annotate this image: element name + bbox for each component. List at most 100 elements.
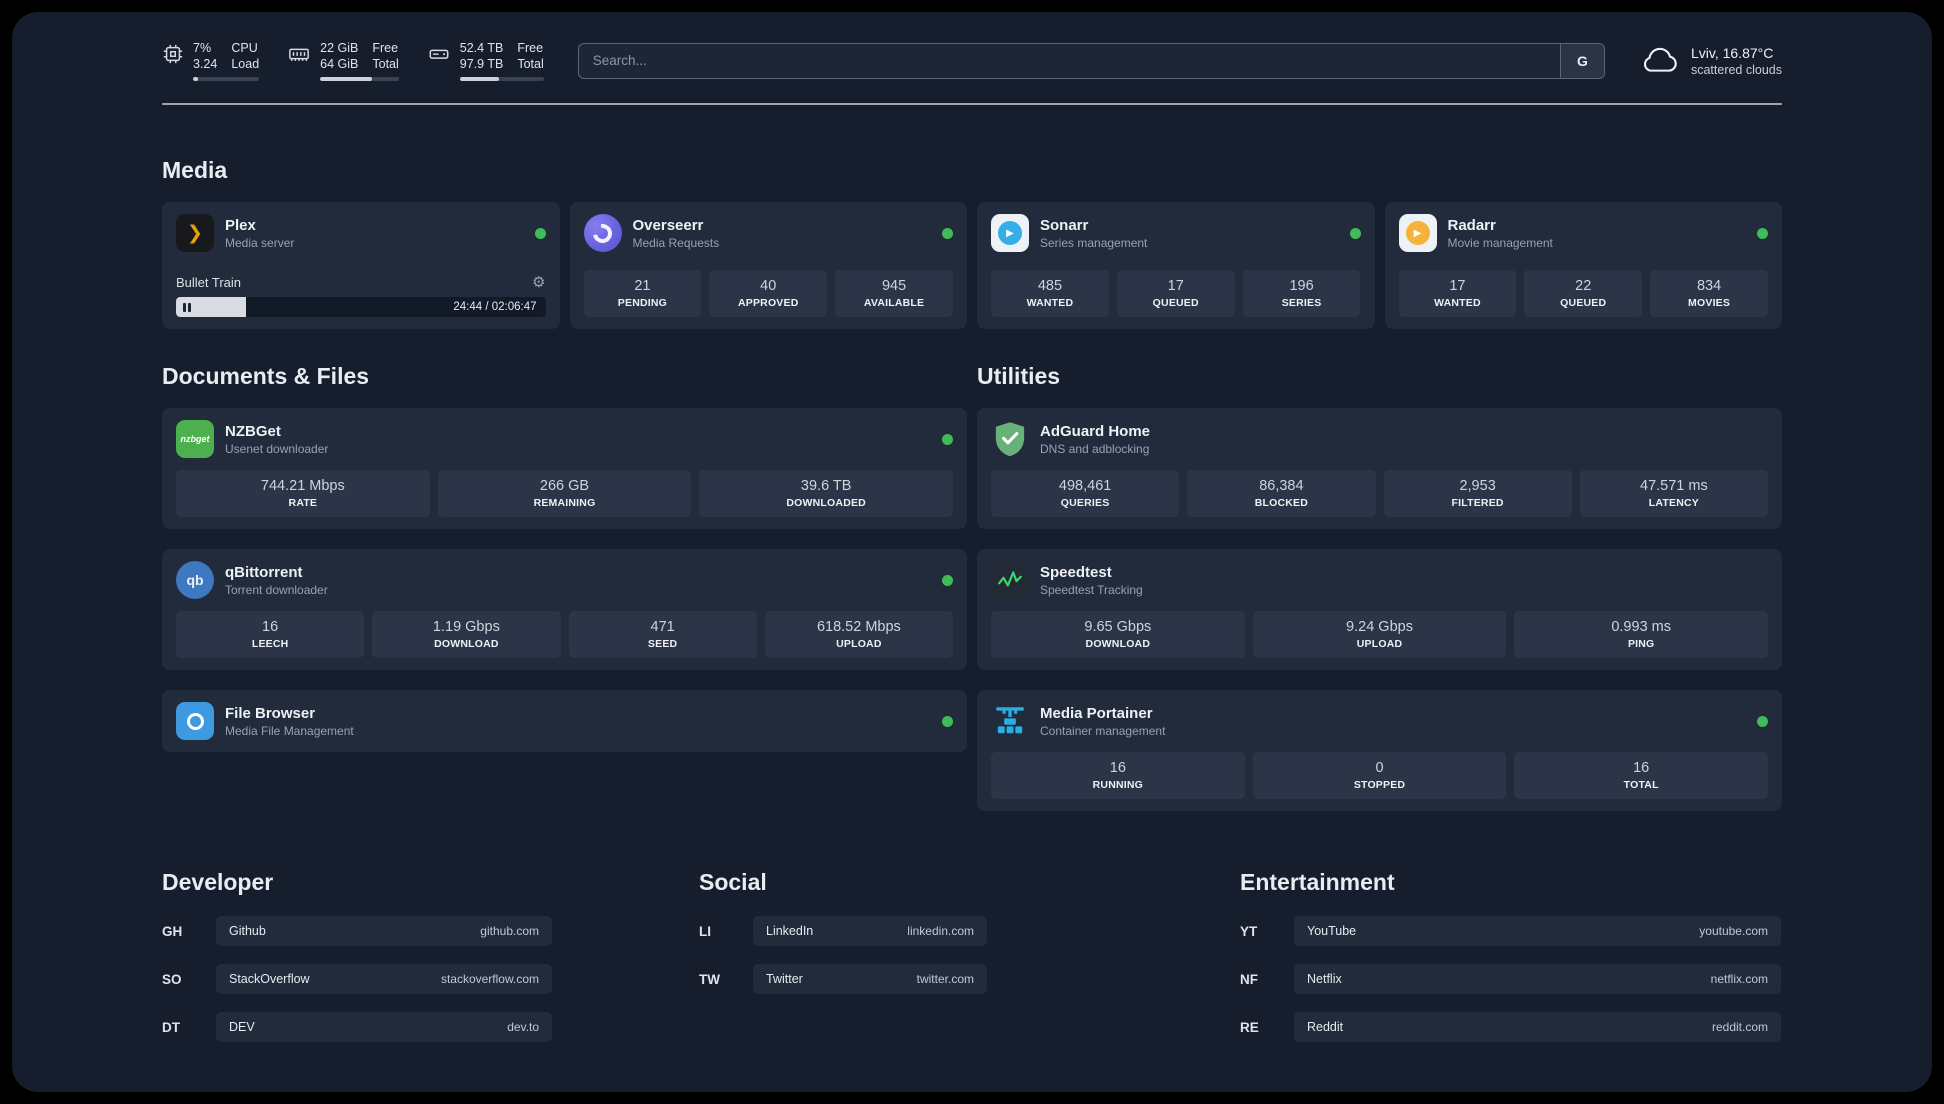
stat-value: 744.21 Mbps <box>260 478 345 494</box>
stat-value: 618.52 Mbps <box>816 619 901 635</box>
app-card-adguard[interactable]: AdGuard Home DNS and adblocking 498,461 … <box>977 408 1782 529</box>
ram-total: 64 GiB <box>320 57 359 71</box>
stat-tile: 0 STOPPED <box>1252 752 1507 799</box>
stat-value: 40 <box>760 278 777 294</box>
bookmark-link-dev[interactable]: DEV dev.to <box>216 1012 552 1042</box>
disk-free-label: Free <box>517 41 544 55</box>
stat-label: BLOCKED <box>1254 497 1309 509</box>
ram-meter-fill <box>320 77 373 81</box>
bookmark-name: DEV <box>229 1020 255 1034</box>
cpu-monitor: 7% 3.24 CPU Load <box>162 40 260 81</box>
stat-tile: 47.571 ms LATENCY <box>1579 470 1768 517</box>
hard-drive-icon <box>427 43 451 65</box>
stat-tile: 39.6 TB DOWNLOADED <box>699 470 954 517</box>
bookmark-name: Twitter <box>766 972 803 986</box>
bookmarks-entertainment: Entertainment YT YouTube youtube.com NF … <box>1240 869 1781 1060</box>
media-grid: ❯ Plex Media server Bullet Train ⚙ 24:44… <box>162 202 1782 329</box>
bookmark-name: Netflix <box>1307 972 1342 986</box>
app-card-sonarr[interactable]: ▶ Sonarr Series management 485 WANTED 17 <box>977 202 1375 329</box>
search-input[interactable] <box>578 43 1560 78</box>
cpu-percent: 7% <box>193 41 212 55</box>
nzbget-icon: nzbget <box>176 420 214 458</box>
app-name: Plex <box>225 216 256 234</box>
disk-free: 52.4 TB <box>459 41 504 55</box>
bookmark-name: LinkedIn <box>766 924 814 938</box>
app-card-speedtest[interactable]: Speedtest Speedtest Tracking 9.65 Gbps D… <box>977 549 1782 670</box>
stat-tile: 0.993 ms PING <box>1514 611 1769 658</box>
stat-label: AVAILABLE <box>863 297 925 309</box>
disk-monitor: 52.4 TB 97.9 TB Free Total <box>427 40 544 81</box>
bookmark-link-netflix[interactable]: Netflix netflix.com <box>1294 964 1781 994</box>
app-card-overseerr[interactable]: Overseerr Media Requests 21 PENDING 40 A… <box>569 202 967 329</box>
app-subtitle: Speedtest Tracking <box>1040 582 1143 597</box>
bookmark-abbr: TW <box>699 971 720 987</box>
app-card-radarr[interactable]: ▶ Radarr Movie management 17 WANTED 22 Q… <box>1384 202 1782 329</box>
weather-location: Lviv, 16.87°C <box>1690 44 1774 61</box>
app-subtitle: Series management <box>1040 235 1148 250</box>
section-title-documents: Documents & Files <box>162 363 370 389</box>
bookmark-row-stackoverflow: SO StackOverflow stackoverflow.com <box>162 964 552 994</box>
stat-tile: 16 LEECH <box>176 611 365 658</box>
section-title-utilities: Utilities <box>977 363 1061 389</box>
stat-tile: 498,461 QUERIES <box>991 470 1180 517</box>
stat-tile: 618.52 Mbps UPLOAD <box>764 611 953 658</box>
app-card-nzbget[interactable]: nzbget NZBGet Usenet downloader 744.21 M… <box>162 408 967 529</box>
stat-label: WANTED <box>1434 297 1481 309</box>
stat-value: 9.24 Gbps <box>1346 619 1413 635</box>
stat-value: 86,384 <box>1259 478 1304 494</box>
bookmark-name: YouTube <box>1307 924 1357 938</box>
stat-value: 9.65 Gbps <box>1084 619 1152 635</box>
bookmark-link-linkedin[interactable]: LinkedIn linkedin.com <box>753 916 987 946</box>
playback-progress-bar[interactable]: 24:44 / 02:06:47 <box>176 297 546 317</box>
bookmark-link-youtube[interactable]: YouTube youtube.com <box>1294 916 1781 946</box>
disk-total-label: Total <box>517 57 544 71</box>
gear-icon[interactable]: ⚙ <box>532 275 545 290</box>
stat-tile: 945 AVAILABLE <box>835 270 953 317</box>
app-card-qbittorrent[interactable]: qb qBittorrent Torrent downloader 16 LEE… <box>162 549 967 670</box>
disk-meter-fill <box>459 77 500 81</box>
app-name: NZBGet <box>225 422 281 440</box>
status-dot <box>1757 715 1768 727</box>
stat-label: QUERIES <box>1060 497 1110 509</box>
stat-value: 16 <box>1633 760 1650 776</box>
ram-monitor: 22 GiB 64 GiB Free Total <box>287 40 399 81</box>
bookmark-url: github.com <box>480 924 539 938</box>
stat-tile: 485 WANTED <box>991 270 1109 317</box>
search-engine-button[interactable]: G <box>1559 43 1604 78</box>
section-title-media: Media <box>162 157 228 183</box>
qbittorrent-icon: qb <box>176 561 214 599</box>
bookmark-abbr: DT <box>162 1019 180 1035</box>
bookmark-link-reddit[interactable]: Reddit reddit.com <box>1294 1012 1781 1042</box>
now-playing-title: Bullet Train <box>176 275 242 290</box>
app-name: File Browser <box>225 704 316 722</box>
status-dot <box>1757 227 1768 239</box>
app-name: Media Portainer <box>1040 704 1153 722</box>
app-card-plex[interactable]: ❯ Plex Media server Bullet Train ⚙ 24:44… <box>162 202 560 329</box>
header-bar: 7% 3.24 CPU Load 22 GiB 64 GiB Free Tota… <box>162 12 1782 81</box>
stat-label: UPLOAD <box>1356 638 1403 650</box>
bookmark-row-youtube: YT YouTube youtube.com <box>1240 916 1781 946</box>
stat-tile: 17 QUEUED <box>1116 270 1235 317</box>
bookmark-link-stackoverflow[interactable]: StackOverflow stackoverflow.com <box>216 964 552 994</box>
stat-label: TOTAL <box>1623 779 1659 791</box>
bookmark-name: Reddit <box>1307 1020 1344 1034</box>
ram-free: 22 GiB <box>320 41 359 55</box>
app-name: AdGuard Home <box>1040 422 1151 440</box>
bookmarks-developer: Developer GH Github github.com SO StackO… <box>162 869 552 1060</box>
bookmark-link-twitter[interactable]: Twitter twitter.com <box>753 964 987 994</box>
plex-now-playing: Bullet Train ⚙ 24:44 / 02:06:47 <box>176 275 546 317</box>
stat-label: PING <box>1627 638 1655 650</box>
stat-value: 47.571 ms <box>1640 478 1708 494</box>
bookmark-row-github: GH Github github.com <box>162 916 552 946</box>
app-subtitle: Media server <box>225 235 295 250</box>
bookmark-link-github[interactable]: Github github.com <box>216 916 552 946</box>
bookmark-url: youtube.com <box>1699 924 1768 938</box>
bookmark-url: twitter.com <box>916 972 974 986</box>
stat-value: 471 <box>650 619 675 635</box>
stat-label: REMAINING <box>533 497 596 509</box>
pause-icon[interactable] <box>183 302 191 312</box>
stat-label: LEECH <box>251 638 289 650</box>
app-card-filebrowser[interactable]: File Browser Media File Management <box>162 690 967 752</box>
app-card-portainer[interactable]: Media Portainer Container management 16 … <box>977 690 1782 811</box>
stat-tile: 9.24 Gbps UPLOAD <box>1252 611 1507 658</box>
